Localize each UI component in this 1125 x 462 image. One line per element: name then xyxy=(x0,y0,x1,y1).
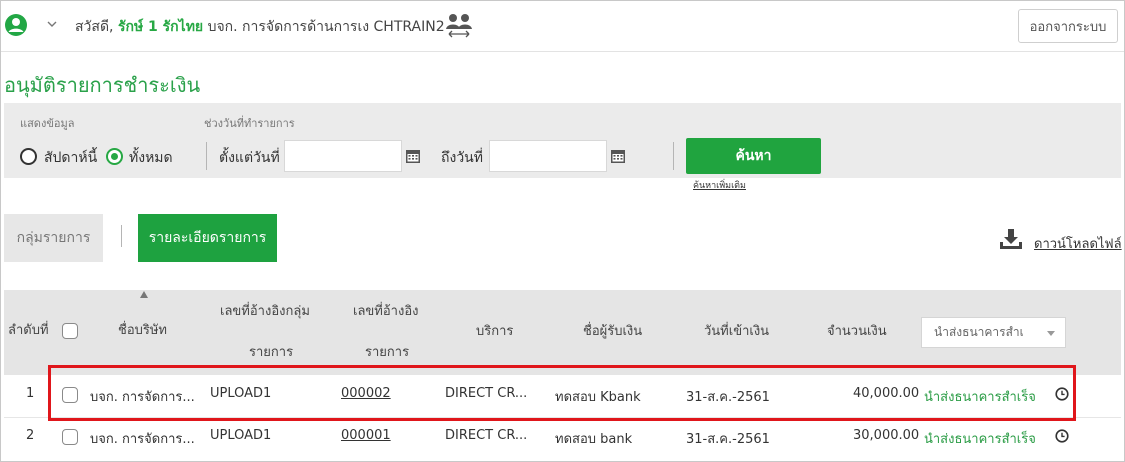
filter-divider xyxy=(206,142,207,170)
row-payee: ทดสอบ bank xyxy=(555,432,633,447)
header-payee: ชื่อผู้รับเงิน xyxy=(583,324,643,339)
to-date-input[interactable] xyxy=(489,140,607,172)
row-seq: 1 xyxy=(26,386,35,401)
chevron-down-icon xyxy=(1047,331,1055,336)
header-group-ref: เลขที่อ้างอิงกลุ่ม xyxy=(220,304,310,319)
display-data-label: แสดงข้อมูล xyxy=(20,117,75,130)
chevron-down-icon[interactable] xyxy=(46,18,58,30)
switch-user-icon[interactable] xyxy=(444,11,474,39)
tab-separator xyxy=(121,225,122,247)
radio-this-week-label: สัปดาห์นี้ xyxy=(44,150,98,166)
user-circle-icon[interactable] xyxy=(4,13,28,37)
tab-detail-list[interactable]: รายละเอียดรายการ xyxy=(138,214,277,262)
filter-divider xyxy=(673,142,674,170)
user-name: รักษ์ 1 รักไทย xyxy=(117,19,204,35)
header-date: วันที่เข้าเงิน xyxy=(704,324,770,339)
greeting-text: สวัสดี, xyxy=(75,19,114,35)
row-seq: 2 xyxy=(26,428,35,443)
row-checkbox[interactable] xyxy=(62,429,78,445)
header-seq: ลำดับที่ xyxy=(8,323,49,338)
row-service: DIRECT CR... xyxy=(445,428,528,443)
date-range-label: ช่วงวันที่ทำรายการ xyxy=(204,117,295,130)
header-amount: จำนวนเงิน xyxy=(827,324,887,339)
row-company: บจก. การจัดการ... xyxy=(90,432,195,447)
organization-name: บจก. การจัดการด้านการเง CHTRAIN2 xyxy=(207,19,445,35)
header-group-ref-line2: รายการ xyxy=(249,345,294,360)
page-title: อนุมัติรายการชำระเงิน xyxy=(4,73,201,97)
status-filter-select[interactable]: นำส่งธนาคารสำเ xyxy=(921,317,1066,348)
row-group-ref: UPLOAD1 xyxy=(210,428,272,443)
radio-all[interactable] xyxy=(106,148,123,165)
user-greeting: สวัสดี, รักษ์ 1 รักไทย บจก. การจัดการด้า… xyxy=(75,16,445,38)
row-date: 31-ส.ค.-2561 xyxy=(686,432,770,447)
row-ref-link[interactable]: 000001 xyxy=(341,428,391,443)
download-file-link[interactable]: ดาวน์โหลดไฟล์ xyxy=(1034,233,1122,254)
radio-all-label: ทั้งหมด xyxy=(129,150,173,166)
sort-up-icon[interactable] xyxy=(140,291,148,298)
header-service: บริการ xyxy=(476,324,514,339)
header-company[interactable]: ชื่อบริษัท xyxy=(118,316,167,346)
select-all-checkbox[interactable] xyxy=(62,323,78,339)
search-button[interactable]: ค้นหา xyxy=(686,138,821,174)
from-date-label: ตั้งแต่วันที่ xyxy=(219,150,280,166)
download-icon[interactable] xyxy=(999,228,1023,250)
header-ref: เลขที่อ้างอิง xyxy=(353,304,419,319)
header-ref-line2: รายการ xyxy=(365,345,410,360)
status-filter-value: นำส่งธนาคารสำเ xyxy=(934,325,1024,339)
row-highlight-box xyxy=(48,365,1076,421)
to-date-label: ถึงวันที่ xyxy=(441,150,483,166)
row-status: นำส่งธนาคารสำเร็จ xyxy=(924,432,1036,447)
radio-this-week[interactable] xyxy=(20,148,37,165)
calendar-icon[interactable] xyxy=(610,148,626,164)
calendar-icon[interactable] xyxy=(405,148,421,164)
logout-button[interactable]: ออกจากระบบ xyxy=(1018,9,1118,43)
tab-group-list[interactable]: กลุ่มรายการ xyxy=(4,214,103,262)
row-amount: 30,000.00 xyxy=(853,428,920,443)
clock-icon[interactable] xyxy=(1055,429,1069,443)
advanced-search-link[interactable]: ค้นหาเพิ่มเติม xyxy=(693,178,746,192)
header-divider xyxy=(1,51,1124,52)
from-date-input[interactable] xyxy=(284,140,402,172)
